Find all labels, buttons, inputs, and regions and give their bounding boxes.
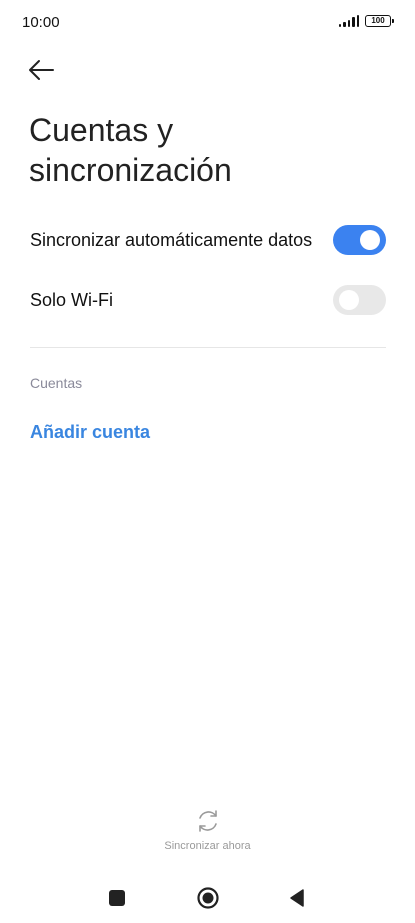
sync-icon <box>198 810 217 832</box>
page-title-line2: sincronización <box>29 152 232 188</box>
toggle-knob <box>339 290 359 310</box>
add-account-link[interactable]: Añadir cuenta <box>30 422 150 443</box>
wifi-only-toggle[interactable] <box>333 285 386 315</box>
status-bar: 10:00 100 <box>0 0 415 44</box>
accounts-section-header: Cuentas <box>30 375 83 391</box>
home-button[interactable] <box>188 878 228 918</box>
status-time: 10:00 <box>22 14 60 31</box>
arrow-left-icon <box>29 60 54 80</box>
divider <box>30 347 386 348</box>
toggle-knob <box>360 230 380 250</box>
sync-now-button[interactable]: Sincronizar ahora <box>0 808 415 852</box>
wifi-only-row[interactable]: Solo Wi-Fi <box>30 280 386 320</box>
page-title: Cuentas y sincronización <box>29 110 389 190</box>
auto-sync-label: Sincronizar automáticamente datos <box>30 229 313 250</box>
battery-icon: 100 <box>365 15 394 27</box>
square-icon <box>109 890 125 906</box>
triangle-back-icon <box>290 889 304 907</box>
back-button[interactable] <box>26 56 60 84</box>
sync-now-label: Sincronizar ahora <box>164 840 251 852</box>
wifi-only-label: Solo Wi-Fi <box>30 289 114 310</box>
auto-sync-row[interactable]: Sincronizar automáticamente datos <box>30 220 386 260</box>
navigation-bar <box>0 878 415 918</box>
nav-back-button[interactable] <box>277 878 317 918</box>
circle-home-icon <box>197 887 219 909</box>
status-icons: 100 <box>338 15 394 27</box>
auto-sync-toggle[interactable] <box>333 225 386 255</box>
signal-icon <box>338 15 359 27</box>
page-title-line1: Cuentas y <box>29 112 174 148</box>
recents-button[interactable] <box>97 878 137 918</box>
